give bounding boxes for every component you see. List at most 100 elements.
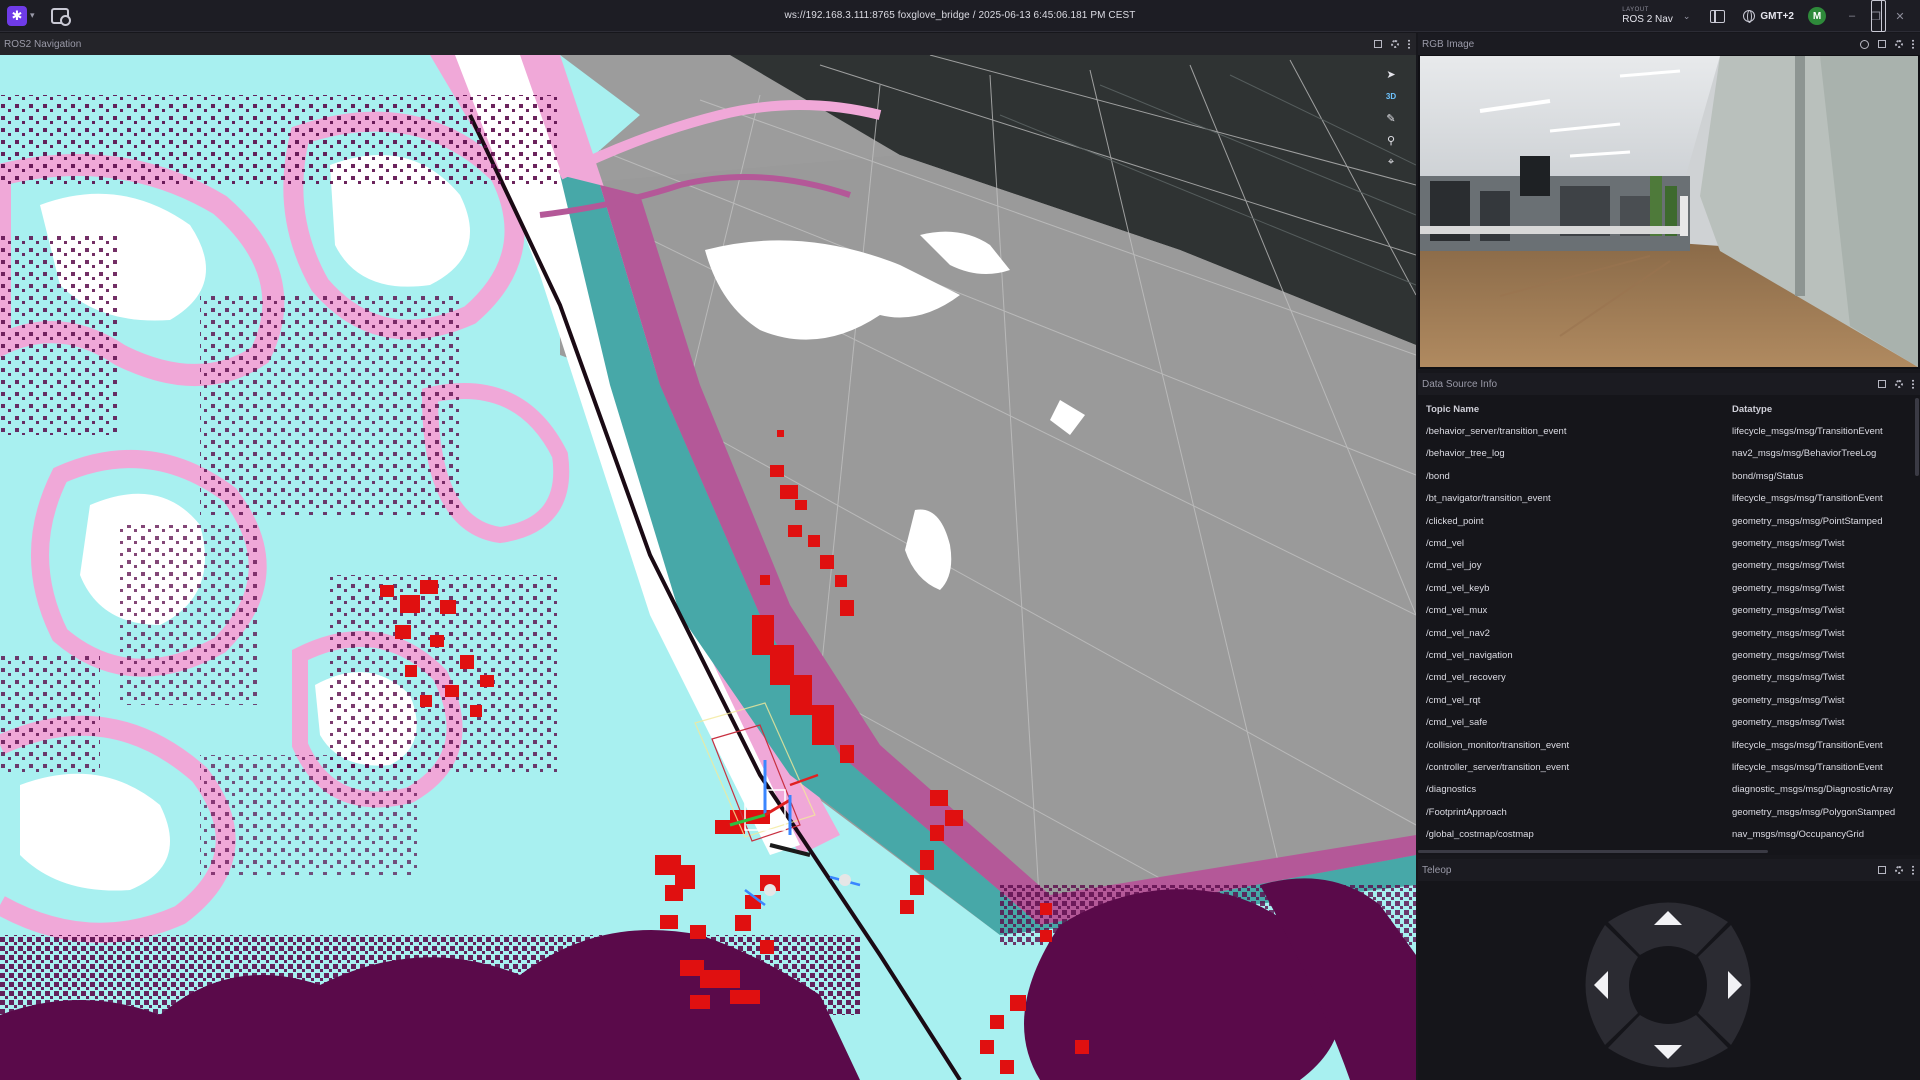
layout-label: LAYOUT bbox=[1622, 7, 1649, 13]
topic-name-cell: /global_costmap/costmap bbox=[1426, 829, 1534, 841]
teleop-panel: Teleop bbox=[1418, 859, 1920, 1080]
table-row[interactable]: /behavior_server/transition_event lifecyc… bbox=[1418, 420, 1914, 442]
rgb-image-panel: RGB Image bbox=[1418, 33, 1920, 369]
topic-name-cell: /diagnostics bbox=[1426, 784, 1477, 796]
table-row[interactable]: /cmd_vel_rqt geometry_msgs/msg/Twist bbox=[1418, 689, 1914, 711]
more-icon[interactable] bbox=[1912, 39, 1914, 49]
close-icon[interactable]: ✕ bbox=[1888, 10, 1912, 23]
gear-icon[interactable] bbox=[1895, 380, 1903, 388]
datatype-cell: geometry_msgs/msg/Twist bbox=[1732, 582, 1845, 594]
datatype-cell: diagnostic_msgs/msg/DiagnosticArray bbox=[1732, 784, 1894, 796]
timezone-button[interactable]: GMT+2 bbox=[1743, 10, 1794, 23]
app-logo-icon[interactable]: ✱ bbox=[7, 5, 27, 26]
topics-table: Topic Name Datatype /behavior_server/tra… bbox=[1418, 398, 1914, 846]
topic-name-cell: /FootprintApproach bbox=[1426, 806, 1507, 818]
layout-chevron-down-icon[interactable]: ⌄ bbox=[1683, 11, 1691, 22]
table-row[interactable]: /cmd_vel_navigation geometry_msgs/msg/Twi… bbox=[1418, 644, 1914, 666]
camera-image bbox=[1420, 56, 1918, 367]
panel-header: Data Source Info bbox=[1418, 373, 1920, 395]
expand-icon[interactable] bbox=[1374, 40, 1382, 48]
left-sidebar-icon[interactable] bbox=[1710, 9, 1726, 23]
topic-name-cell: /cmd_vel_nav2 bbox=[1426, 627, 1490, 639]
minimize-icon[interactable]: – bbox=[1840, 10, 1864, 22]
column-datatype[interactable]: Datatype bbox=[1732, 404, 1914, 415]
gear-icon[interactable] bbox=[1391, 40, 1399, 48]
table-row[interactable]: /behavior_tree_log nav2_msgs/msg/Behavior… bbox=[1418, 443, 1914, 465]
table-row[interactable]: /cmd_vel_keyb geometry_msgs/msg/Twist bbox=[1418, 577, 1914, 599]
table-row[interactable]: /controller_server/transition_event lifec… bbox=[1418, 756, 1914, 778]
topic-name-cell: /cmd_vel_safe bbox=[1426, 717, 1488, 729]
datatype-cell: geometry_msgs/msg/Twist bbox=[1732, 649, 1845, 661]
datatype-cell: lifecycle_msgs/msg/TransitionEvent bbox=[1732, 761, 1883, 773]
table-row[interactable]: /bond bond/msg/Status bbox=[1418, 465, 1914, 487]
panel-title: ROS2 Navigation bbox=[4, 38, 82, 50]
topic-name-cell: /behavior_server/transition_event bbox=[1426, 426, 1567, 438]
connection-icon[interactable] bbox=[50, 7, 71, 26]
datatype-cell: geometry_msgs/msg/Twist bbox=[1732, 560, 1845, 572]
column-topic-name[interactable]: Topic Name bbox=[1418, 404, 1732, 415]
ruler-icon[interactable]: ✎ bbox=[1380, 107, 1402, 129]
panel-title: Teleop bbox=[1422, 864, 1452, 876]
table-row[interactable]: /cmd_vel_safe geometry_msgs/msg/Twist bbox=[1418, 711, 1914, 733]
table-row[interactable]: /cmd_vel geometry_msgs/msg/Twist bbox=[1418, 532, 1914, 554]
datatype-cell: geometry_msgs/msg/Twist bbox=[1732, 694, 1845, 706]
follow-target-icon[interactable]: ⌖ bbox=[1380, 151, 1402, 173]
expand-icon[interactable] bbox=[1878, 380, 1886, 388]
datatype-cell: nav_msgs/msg/OccupancyGrid bbox=[1732, 829, 1864, 841]
vertical-scrollbar[interactable] bbox=[1915, 398, 1919, 476]
table-row[interactable]: /global_costmap/costmap nav_msgs/msg/Occu… bbox=[1418, 823, 1914, 845]
view-mode-toggle[interactable]: 3D bbox=[1380, 85, 1402, 107]
panel-title: Data Source Info bbox=[1422, 378, 1498, 390]
3d-scene-canvas[interactable] bbox=[0, 55, 1416, 1080]
more-icon[interactable] bbox=[1408, 39, 1410, 49]
table-row[interactable]: /cmd_vel_recovery geometry_msgs/msg/Twist bbox=[1418, 667, 1914, 689]
datatype-cell: lifecycle_msgs/msg/TransitionEvent bbox=[1732, 493, 1883, 505]
select-cursor-icon[interactable]: ➤ bbox=[1380, 63, 1402, 85]
table-row[interactable]: /cmd_vel_joy geometry_msgs/msg/Twist bbox=[1418, 555, 1914, 577]
expand-icon[interactable] bbox=[1878, 40, 1886, 48]
table-row[interactable]: /clicked_point geometry_msgs/msg/PointSta… bbox=[1418, 510, 1914, 532]
topic-name-cell: /cmd_vel_rqt bbox=[1426, 694, 1481, 706]
topic-name-cell: /cmd_vel_navigation bbox=[1426, 649, 1513, 661]
right-sidebar-icon[interactable] bbox=[1871, 0, 1886, 32]
panel-header: RGB Image bbox=[1418, 33, 1920, 55]
teleop-dpad bbox=[1585, 902, 1751, 1068]
table-row[interactable]: /collision_monitor/transition_event lifec… bbox=[1418, 734, 1914, 756]
table-row[interactable]: /bt_navigator/transition_event lifecycle_… bbox=[1418, 488, 1914, 510]
more-icon[interactable] bbox=[1912, 379, 1914, 389]
topic-name-cell: /cmd_vel_keyb bbox=[1426, 582, 1490, 594]
globe-icon bbox=[1743, 10, 1756, 23]
topic-name-cell: /collision_monitor/transition_event bbox=[1426, 739, 1570, 751]
topic-name-cell: /controller_server/transition_event bbox=[1426, 761, 1570, 773]
more-icon[interactable] bbox=[1912, 865, 1914, 875]
datatype-cell: lifecycle_msgs/msg/TransitionEvent bbox=[1732, 426, 1883, 438]
data-source-info-panel: Data Source Info Topic Name Datatype /be… bbox=[1418, 373, 1920, 855]
gear-icon[interactable] bbox=[1895, 866, 1903, 874]
publish-pose-icon[interactable]: ⚲ bbox=[1380, 129, 1402, 151]
topic-name-cell: /cmd_vel_recovery bbox=[1426, 672, 1506, 684]
table-row[interactable]: /FootprintApproach geometry_msgs/msg/Poly… bbox=[1418, 801, 1914, 823]
datatype-cell: geometry_msgs/msg/Twist bbox=[1732, 627, 1845, 639]
crosshair-icon[interactable] bbox=[1860, 39, 1869, 49]
app-menu-chevron-icon[interactable]: ▾ bbox=[30, 10, 35, 21]
user-avatar[interactable]: M bbox=[1808, 7, 1826, 25]
datatype-cell: bond/msg/Status bbox=[1732, 470, 1804, 482]
datatype-cell: geometry_msgs/msg/Twist bbox=[1732, 672, 1845, 684]
table-row[interactable]: /cmd_vel_nav2 geometry_msgs/msg/Twist bbox=[1418, 622, 1914, 644]
gear-icon[interactable] bbox=[1895, 40, 1903, 48]
layout-selector[interactable]: LAYOUT ROS 2 Nav bbox=[1622, 7, 1673, 25]
topic-name-cell: /cmd_vel_joy bbox=[1426, 560, 1482, 572]
horizontal-scrollbar[interactable] bbox=[1418, 850, 1768, 853]
layout-name: ROS 2 Nav bbox=[1622, 14, 1673, 25]
panel-title: RGB Image bbox=[1422, 38, 1475, 50]
table-row[interactable]: /cmd_vel_mux geometry_msgs/msg/Twist bbox=[1418, 600, 1914, 622]
datatype-cell: geometry_msgs/msg/PointStamped bbox=[1732, 515, 1883, 527]
topic-name-cell: /cmd_vel bbox=[1426, 538, 1465, 550]
3d-toolbar: ➤ 3D ✎ ⚲ ⌖ bbox=[1380, 63, 1402, 173]
app-bar: ✱ ▾ ws://192.168.3.111:8765 foxglove_bri… bbox=[0, 0, 1920, 32]
panel-header: Teleop bbox=[1418, 859, 1920, 881]
datatype-cell: lifecycle_msgs/msg/TransitionEvent bbox=[1732, 739, 1883, 751]
table-row[interactable]: /diagnostics diagnostic_msgs/msg/Diagnost… bbox=[1418, 779, 1914, 801]
table-header: Topic Name Datatype bbox=[1418, 398, 1914, 420]
expand-icon[interactable] bbox=[1878, 866, 1886, 874]
